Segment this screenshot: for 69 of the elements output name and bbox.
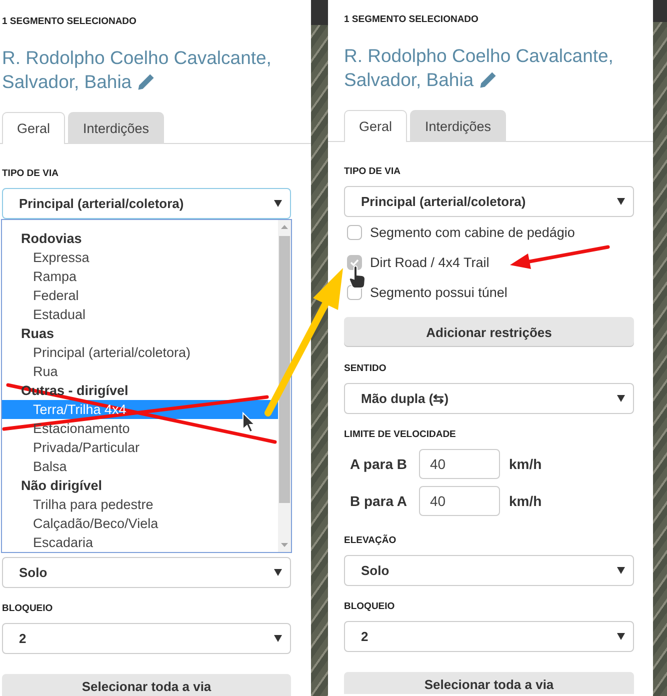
top-bar	[311, 0, 328, 25]
select-dropdown[interactable]: Principal (arterial/coletora)	[2, 188, 291, 219]
field-label: ELEVAÇÃO	[344, 534, 398, 548]
field-label: TIPO DE VIA	[2, 167, 60, 181]
dropdown-option[interactable]: Rampa	[2, 267, 278, 286]
option-group-label: Não dirigível	[20, 477, 104, 495]
speed-input[interactable]: 40	[419, 449, 500, 479]
caret-icon	[274, 569, 282, 576]
top-bar	[653, 0, 667, 22]
select-dropdown[interactable]: 2	[2, 623, 291, 654]
pointer-cursor-icon	[242, 412, 256, 433]
hand-cursor-icon	[348, 266, 366, 288]
tab[interactable]: Geral	[344, 110, 408, 142]
caret-icon	[617, 395, 625, 402]
street-name-title: R. Rodolpho Coelho Cavalcante,	[344, 45, 614, 66]
tab[interactable]: Geral	[2, 112, 66, 144]
dropdown-option[interactable]: Federal	[2, 286, 278, 305]
scrollbar[interactable]	[278, 220, 291, 552]
caret-icon	[617, 633, 625, 640]
unit-label: km/h	[509, 456, 542, 472]
dropdown-option[interactable]: Trilha para pedestre	[2, 495, 278, 514]
selection-heading: 1 SEGMENTO SELECIONADO	[344, 13, 480, 27]
field-label: LIMITE DE VELOCIDADE	[344, 428, 457, 442]
field-label: TIPO DE VIA	[344, 165, 402, 179]
caret-icon	[617, 567, 625, 574]
scroll-up-icon[interactable]	[281, 225, 288, 229]
tab[interactable]: Interdições	[68, 112, 164, 144]
caret-icon	[274, 200, 282, 207]
dropdown-option[interactable]: Estacionamento	[2, 419, 278, 438]
dropdown-option[interactable]: Balsa	[2, 457, 278, 476]
direction-label: A para B	[348, 456, 407, 472]
select-dropdown[interactable]: 2	[344, 621, 634, 652]
pencil-icon[interactable]	[138, 74, 154, 90]
option-group-label: Ruas	[20, 325, 56, 343]
checkbox-label[interactable]: Segmento com cabine de pedágio	[370, 224, 575, 240]
checkmark-icon	[350, 258, 359, 266]
field-label: SENTIDO	[344, 362, 388, 376]
selection-heading: 1 SEGMENTO SELECIONADO	[2, 15, 138, 29]
dropdown-option[interactable]: Rua	[2, 362, 278, 381]
dropdown-option[interactable]: Privada/Particular	[2, 438, 278, 457]
action-button[interactable]: Adicionar restrições	[344, 317, 634, 347]
caret-icon	[617, 198, 625, 205]
unit-label: km/h	[509, 493, 542, 509]
action-button[interactable]: Selecionar toda a via	[2, 674, 291, 696]
dropdown-option[interactable]: Expressa	[2, 248, 278, 267]
checkbox[interactable]	[347, 224, 362, 240]
scroll-down-icon[interactable]	[281, 543, 288, 547]
tab[interactable]: Interdições	[410, 110, 506, 142]
dropdown-option[interactable]: Principal (arterial/coletora)	[2, 343, 278, 362]
option-group-label: Rodovias	[20, 230, 83, 248]
select-dropdown[interactable]: Mão dupla (⇆)	[344, 383, 634, 414]
select-dropdown[interactable]: Principal (arterial/coletora)	[344, 186, 634, 217]
select-dropdown[interactable]: Solo	[2, 557, 291, 588]
dropdown-option[interactable]: Calçadão/Beco/Viela	[2, 514, 278, 533]
direction-label: B para A	[348, 493, 407, 509]
caret-icon	[274, 635, 282, 642]
street-name-title: Salvador, Bahia	[344, 69, 474, 90]
pencil-icon[interactable]	[480, 72, 496, 88]
field-label: BLOQUEIO	[2, 602, 54, 616]
field-label: BLOQUEIO	[344, 600, 396, 614]
street-name-title: R. Rodolpho Coelho Cavalcante,	[2, 47, 272, 68]
dropdown-option[interactable]: Estadual	[2, 305, 278, 324]
select-dropdown[interactable]: Solo	[344, 555, 634, 586]
action-button[interactable]: Selecionar toda a via	[344, 672, 634, 694]
speed-input[interactable]: 40	[419, 486, 500, 516]
dropdown-option[interactable]: Escadaria	[2, 533, 278, 552]
street-name-title: Salvador, Bahia	[2, 71, 132, 92]
checkbox-label[interactable]: Segmento possui túnel	[370, 284, 508, 300]
scrollbar-thumb[interactable]	[279, 236, 290, 503]
